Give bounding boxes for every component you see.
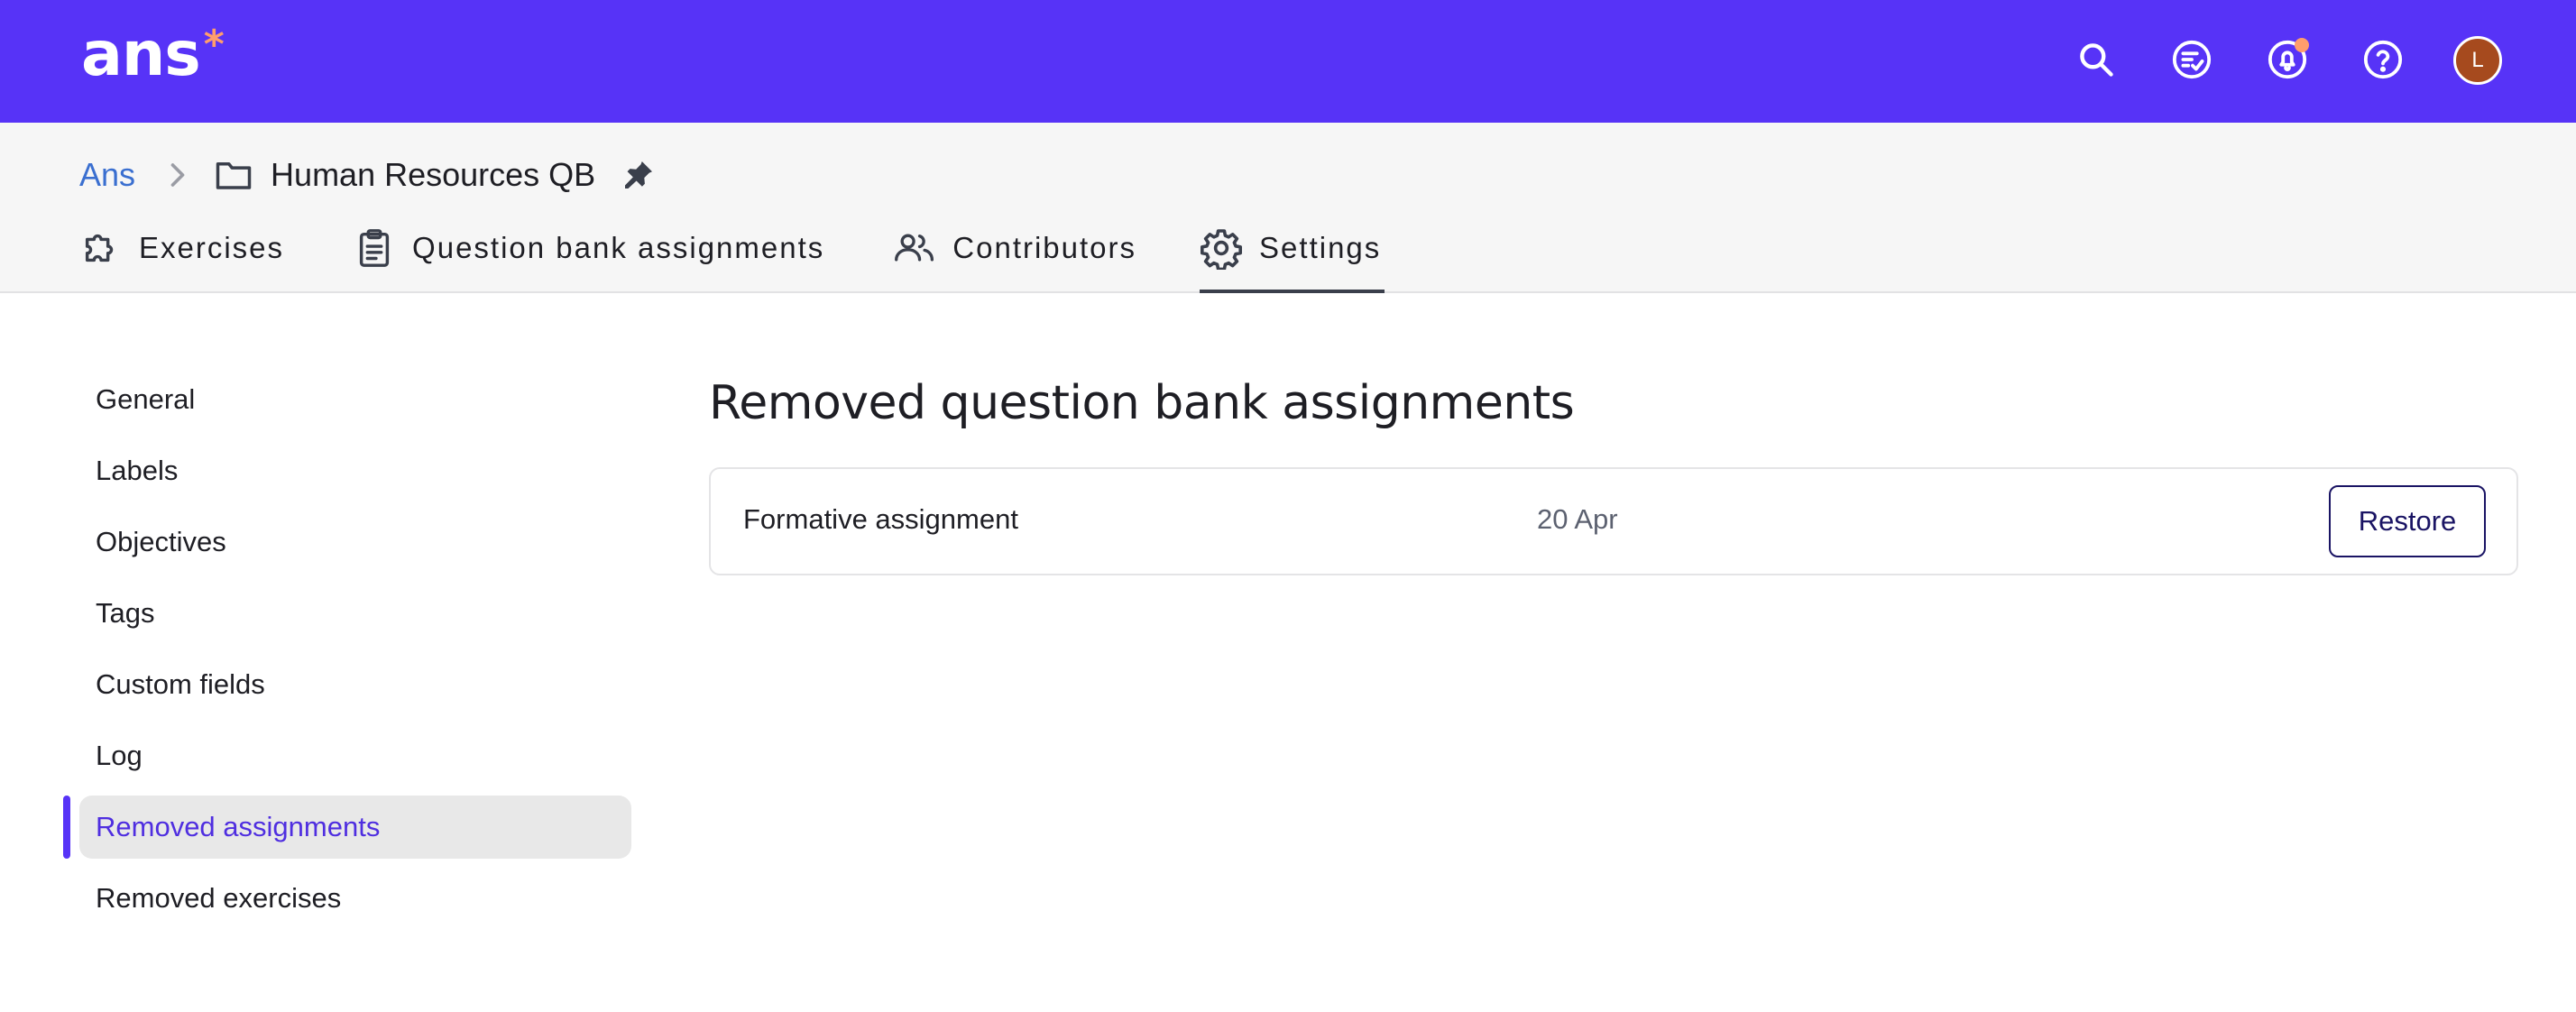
sidebar-item-objectives[interactable]: Objectives — [63, 511, 631, 574]
page-header: Ans Human Resources QB Exercises Questio… — [0, 123, 2576, 293]
restore-button[interactable]: Restore — [2329, 485, 2486, 557]
settings-sidebar: General Labels Objectives Tags Custom fi… — [63, 368, 631, 938]
clipboard-icon — [353, 226, 396, 270]
notification-badge — [2295, 38, 2309, 52]
logo-text: ans — [81, 19, 201, 90]
tab-label: Exercises — [139, 231, 285, 264]
gear-icon — [1200, 226, 1243, 270]
top-navigation-bar: ans * L — [0, 0, 2576, 123]
sidebar-item-removed-exercises[interactable]: Removed exercises — [63, 867, 631, 930]
search-button[interactable] — [2069, 34, 2123, 88]
logo-star: * — [203, 22, 225, 68]
folder-icon — [215, 159, 253, 191]
tab-label: Settings — [1259, 231, 1382, 264]
removed-assignments-list: Formative assignment 20 Apr Restore — [709, 467, 2518, 575]
ans-logo[interactable]: ans * — [81, 23, 225, 96]
sidebar-item-removed-assignments[interactable]: Removed assignments — [63, 796, 631, 859]
sidebar-item-custom-fields[interactable]: Custom fields — [63, 653, 631, 716]
chevron-right-icon — [168, 161, 188, 189]
help-icon — [2362, 39, 2404, 85]
user-avatar[interactable]: L — [2453, 36, 2502, 85]
puzzle-icon — [79, 226, 123, 270]
tab-settings[interactable]: Settings — [1200, 220, 1385, 293]
help-button[interactable] — [2356, 34, 2410, 88]
notifications-button[interactable] — [2260, 34, 2314, 88]
sidebar-item-tags[interactable]: Tags — [63, 582, 631, 645]
sidebar-item-labels[interactable]: Labels — [63, 439, 631, 502]
review-list-icon — [2171, 39, 2213, 85]
review-list-button[interactable] — [2165, 34, 2219, 88]
tab-exercises[interactable]: Exercises — [79, 220, 284, 293]
pin-icon[interactable] — [622, 158, 655, 192]
search-icon — [2076, 40, 2116, 84]
breadcrumb: Ans Human Resources QB — [79, 150, 655, 200]
sidebar-item-log[interactable]: Log — [63, 724, 631, 787]
tab-label: Question bank assignments — [412, 231, 825, 264]
breadcrumb-current: Human Resources QB — [271, 156, 596, 193]
tab-label: Contributors — [952, 231, 1137, 264]
tab-question-bank-assignments[interactable]: Question bank assignments — [353, 220, 824, 293]
sidebar-item-general[interactable]: General — [63, 368, 631, 431]
assignment-name: Formative assignment — [743, 503, 1018, 535]
page-title: Removed question bank assignments — [709, 376, 1575, 430]
removed-date: 20 Apr — [1537, 503, 1618, 535]
section-tabs: Exercises Question bank assignments Cont… — [79, 220, 1385, 293]
breadcrumb-root-link[interactable]: Ans — [79, 156, 135, 194]
tab-contributors[interactable]: Contributors — [893, 220, 1136, 293]
users-icon — [893, 226, 936, 270]
